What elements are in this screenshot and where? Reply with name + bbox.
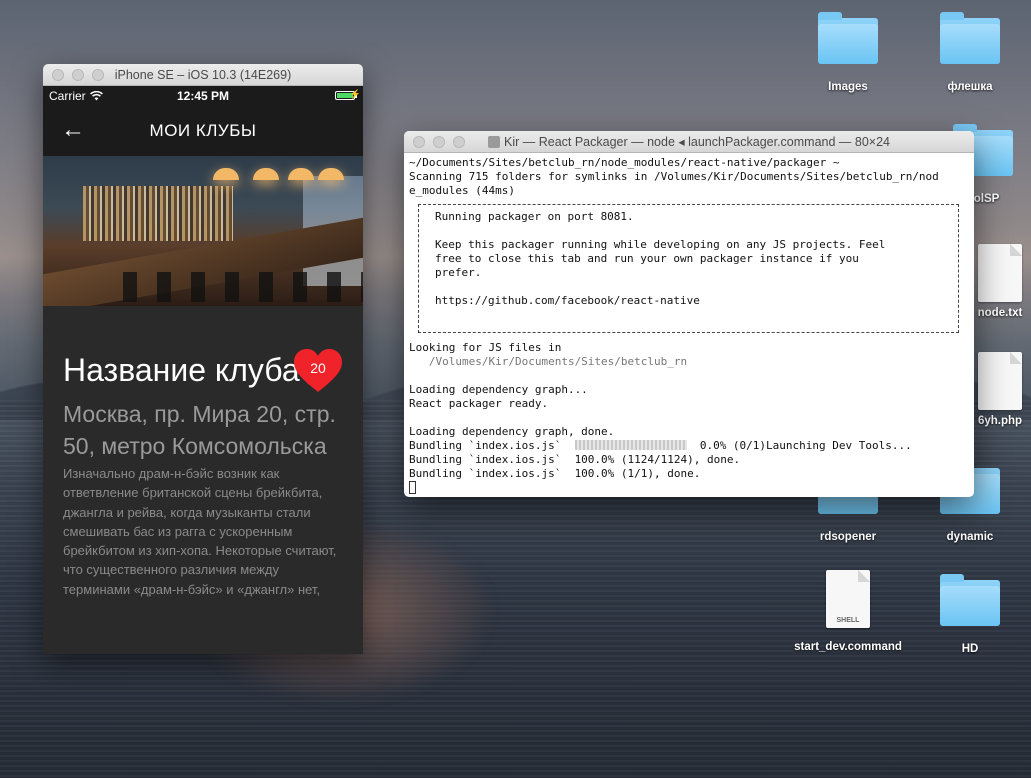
terminal-title-text: Kir — React Packager — node ◂ launchPack… bbox=[504, 135, 890, 149]
terminal-cursor bbox=[409, 481, 416, 494]
desktop-icon-label: флешка bbox=[947, 81, 993, 93]
terminal-line: React packager ready. bbox=[409, 397, 549, 410]
box-line bbox=[435, 224, 942, 238]
shell-script-icon: SHELL bbox=[826, 570, 870, 628]
nav-bar: ← МОИ КЛУБЫ bbox=[43, 106, 363, 156]
close-button[interactable] bbox=[52, 68, 64, 81]
desktop-icon-label: dynamic bbox=[946, 531, 994, 543]
terminal-line: Loading dependency graph... bbox=[409, 383, 588, 396]
zoom-button[interactable] bbox=[453, 135, 465, 148]
packager-info-box: Running packager on port 8081. Keep this… bbox=[418, 204, 959, 333]
desktop-icon-label: rdsopener bbox=[819, 531, 877, 543]
favorites-count: 20 bbox=[310, 360, 326, 376]
ios-status-bar: Carrier 12:45 PM ⚡ bbox=[43, 86, 363, 106]
desktop-icon-label: start_dev.command bbox=[794, 641, 902, 653]
desktop-icon-fleshka[interactable]: флешка bbox=[915, 12, 1025, 95]
terminal-line: Bundling `index.ios.js` 100.0% (1/1), do… bbox=[409, 467, 701, 480]
terminal-line: e_modules (44ms) bbox=[409, 184, 515, 197]
favorites-heart-badge[interactable]: 20 bbox=[293, 348, 343, 394]
box-line: Keep this packager running while develop… bbox=[435, 238, 886, 251]
desktop-icon-label: Images bbox=[828, 81, 868, 93]
desktop-icon-images[interactable]: Images bbox=[793, 12, 903, 95]
box-line: free to close this tab and run your own … bbox=[435, 252, 859, 265]
desktop-icon-start-dev[interactable]: SHELL start_dev.command bbox=[793, 570, 903, 655]
close-button[interactable] bbox=[413, 135, 425, 148]
shell-badge: SHELL bbox=[836, 617, 860, 624]
terminal-output[interactable]: ~/Documents/Sites/betclub_rn/node_module… bbox=[404, 153, 974, 497]
desktop-icon-hd[interactable]: HD bbox=[915, 574, 1025, 657]
terminal-line: ~/Documents/Sites/betclub_rn/node_module… bbox=[409, 156, 840, 169]
club-photo bbox=[43, 156, 363, 306]
terminal-title: Kir — React Packager — node ◂ launchPack… bbox=[404, 134, 974, 149]
terminal-line: Bundling `index.ios.js` 100.0% (1124/112… bbox=[409, 453, 741, 466]
zoom-button[interactable] bbox=[92, 68, 104, 81]
terminal-app-icon bbox=[488, 136, 500, 148]
box-line bbox=[435, 308, 942, 322]
simulator-window[interactable]: iPhone SE – iOS 10.3 (14E269) Carrier 12… bbox=[43, 64, 363, 654]
back-arrow-icon[interactable]: ← bbox=[61, 118, 85, 142]
club-address: Москва, пр. Мира 20, стр. 50, метро Комс… bbox=[63, 401, 336, 459]
desktop-icon-label: HD bbox=[961, 643, 979, 655]
box-line: https://github.com/facebook/react-native bbox=[435, 294, 700, 307]
folder-icon bbox=[818, 12, 878, 64]
bundle-line-suffix: 0.0% (0/1)Launching Dev Tools... bbox=[686, 439, 912, 452]
folder-icon bbox=[940, 12, 1000, 64]
box-line: prefer. bbox=[435, 266, 482, 279]
terminal-titlebar[interactable]: Kir — React Packager — node ◂ launchPack… bbox=[404, 131, 974, 153]
charging-icon: ⚡ bbox=[349, 89, 361, 99]
box-line bbox=[435, 280, 942, 294]
bundle-progress-bar bbox=[574, 440, 687, 450]
status-time: 12:45 PM bbox=[176, 89, 230, 103]
terminal-line: Loading dependency graph, done. bbox=[409, 425, 615, 438]
minimize-button[interactable] bbox=[433, 135, 445, 148]
folder-icon bbox=[940, 574, 1000, 626]
box-line: Running packager on port 8081. bbox=[435, 210, 634, 223]
terminal-line: /Volumes/Kir/Documents/Sites/betclub_rn bbox=[409, 355, 688, 368]
terminal-line: Bundling `index.ios.js` 0.0% (0/1)Launch… bbox=[409, 439, 969, 453]
terminal-prompt[interactable] bbox=[409, 481, 969, 496]
nav-title: МОИ КЛУБЫ bbox=[149, 121, 257, 140]
simulator-titlebar[interactable]: iPhone SE – iOS 10.3 (14E269) bbox=[43, 64, 363, 86]
terminal-line: Scanning 715 folders for symlinks in /Vo… bbox=[409, 170, 939, 183]
php-file-icon bbox=[978, 352, 1022, 410]
bundle-line-prefix: Bundling `index.ios.js` bbox=[409, 439, 575, 452]
terminal-line: Looking for JS files in bbox=[409, 341, 562, 354]
terminal-window[interactable]: Kir — React Packager — node ◂ launchPack… bbox=[404, 131, 974, 497]
minimize-button[interactable] bbox=[72, 68, 84, 81]
text-file-icon bbox=[978, 244, 1022, 302]
club-description: Изначально драм-н-бэйс возник как ответв… bbox=[63, 466, 337, 597]
